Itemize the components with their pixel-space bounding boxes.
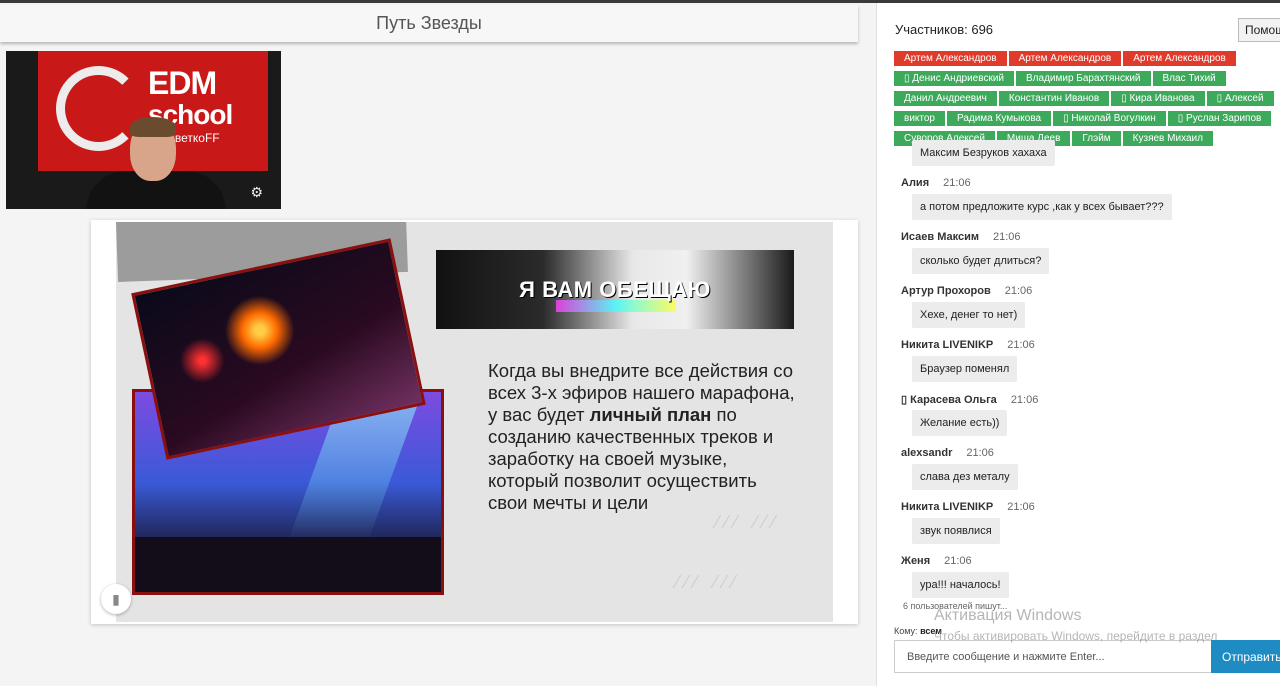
message-bubble: сколько будет длиться? [912,248,1050,274]
message-author[interactable]: Артур Прохоров 21:06 [901,285,1032,297]
message-time: 21:06 [1010,394,1039,406]
message-author[interactable]: alexsandr 21:06 [901,447,994,459]
participants-count: Участников: 696 [895,22,994,37]
participant-tag[interactable]: Данил Андреевич [894,91,997,106]
gear-icon[interactable]: ⚙ [250,184,263,201]
message-bubble: слава дез металу [912,464,1018,490]
participant-tags: Артем Александров Артем Александров Артем … [894,48,1279,148]
participant-tag[interactable]: виктор [894,111,945,126]
participant-tag[interactable]: Владимир Барахтянский [1016,71,1151,86]
message-bubble: а потом предложите курс ,как у всех быва… [912,194,1172,220]
slide-body-text: Когда вы внедрите все действия со всех 3… [488,360,798,514]
message-author[interactable]: Никита LIVENIKP 21:06 [901,501,1035,513]
message-bubble: Браузер поменял [912,356,1018,382]
participant-tag[interactable]: Глэйм [1072,131,1121,146]
message-author-name: Артур Прохоров [901,285,991,297]
participant-tag[interactable]: Артем Александров [894,51,1007,66]
message-bubble: ура!!! началось! [912,572,1009,598]
message-time: 21:06 [1007,339,1035,351]
pattern-decoration: ⁄⁄⁄ ⁄⁄⁄ [716,512,782,532]
participant-tag[interactable]: ▯ Алексей [1206,91,1274,106]
send-button[interactable]: Отправить [1211,640,1280,673]
participant-tag[interactable]: Константин Иванов [998,91,1110,106]
message-author-name: Никита LIVENIKP [901,339,994,351]
page-title: Путь Звезды [0,5,858,42]
message-author[interactable]: Никита LIVENIKP 21:06 [901,339,1035,351]
message-time: 21:06 [944,555,972,567]
recipient-label: Кому: [894,626,918,636]
message-bubble: Максим Безруков хахаха [912,140,1055,166]
message-author[interactable]: Женя 21:06 [901,555,972,567]
participant-tag[interactable]: Радима Кумыкова [946,111,1052,126]
message-author[interactable]: ▯ Карасева Ольга 21:06 [901,393,1038,406]
video-logo-line1: EDM [148,65,217,101]
participant-tag[interactable]: ▯ Руслан Зарипов [1167,111,1272,126]
windows-activation-text: Чтобы активировать Windows, перейдите в … [934,629,1218,643]
help-button[interactable]: Помощь [1238,18,1280,42]
slide-text-bold: личный план [589,404,712,425]
message-bubble: Хехе, денег то нет) [912,302,1026,328]
presenter-hair [130,117,176,137]
participant-tag[interactable]: Артем Александров [1008,51,1122,66]
chat-panel: Участников: 696 Помощь Артем Александров… [876,3,1280,686]
firework [175,333,229,388]
message-author-name: ▯ Карасева Ольга [901,394,997,406]
message-author[interactable]: Исаев Максим 21:06 [901,231,1021,243]
message-time: 21:06 [943,177,971,189]
slide-banner-text: Я ВАМ ОБЕЩАЮ [519,276,711,302]
message-author-name: Никита LIVENIKP [901,501,994,513]
participant-tag[interactable]: Кузяев Михаил [1122,131,1213,146]
firework [218,288,302,373]
message-author-name: Женя [901,555,931,567]
logo-ring [56,66,141,151]
participant-tag[interactable]: ▯ Николай Вогулкин [1053,111,1166,126]
presentation-slide: ⁄⁄⁄ ⁄⁄⁄ ⁄⁄⁄ ⁄⁄⁄ ⁄⁄⁄ ⁄⁄⁄ Я ВАМ ОБЕЩАЮ Ког… [91,220,858,624]
video-player[interactable]: EDM school DJ ЦветкоFF ⚙ [6,51,281,209]
windows-activation-title: Активация Windows [934,607,1082,624]
bookmark-icon[interactable]: ▮ [101,584,131,614]
message-author-name: alexsandr [901,447,953,459]
pattern-decoration: ⁄⁄⁄ ⁄⁄⁄ [676,572,742,592]
participant-tag[interactable]: Артем Александров [1123,51,1236,66]
message-author[interactable]: Алия 21:06 [901,177,971,189]
message-author-name: Исаев Максим [901,231,980,243]
message-bubble: Желание есть)) [912,410,1008,436]
message-time: 21:06 [1004,285,1033,297]
message-time: 21:06 [1007,501,1035,513]
message-time: 21:06 [993,231,1021,243]
slide-canvas: ⁄⁄⁄ ⁄⁄⁄ ⁄⁄⁄ ⁄⁄⁄ ⁄⁄⁄ ⁄⁄⁄ Я ВАМ ОБЕЩАЮ Ког… [116,222,833,622]
message-author-name: Алия [901,177,930,189]
message-bubble: звук появлися [912,518,1000,544]
participant-tag[interactable]: Влас Тихий [1152,71,1226,86]
message-input[interactable]: Введите сообщение и нажмите Enter... [894,640,1212,673]
crowd-silhouette [135,537,441,592]
message-time: 21:06 [966,447,994,459]
slide-banner: Я ВАМ ОБЕЩАЮ [436,250,794,329]
participant-tag[interactable]: ▯ Денис Андриевский [894,71,1014,86]
participant-tag[interactable]: ▯ Кира Иванова [1111,91,1205,106]
